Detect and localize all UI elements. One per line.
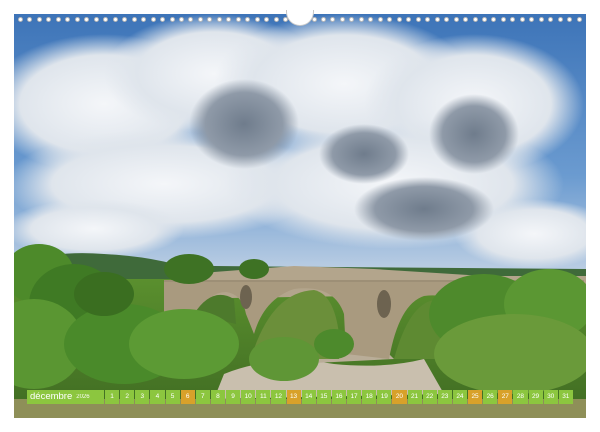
day-cell: 18 xyxy=(362,390,377,404)
day-cell: 30 xyxy=(543,390,558,404)
day-cell: 15 xyxy=(316,390,331,404)
day-cell: 25 xyxy=(468,390,483,404)
year-label: 2026 xyxy=(76,394,90,400)
month-name: décembre xyxy=(30,391,73,402)
day-cell: 13 xyxy=(286,390,301,404)
day-cell: 3 xyxy=(135,390,150,404)
day-cell: 27 xyxy=(498,390,513,404)
calendar-strip: décembre 2026 1 2 3 4 5 6 7 8 9 10 11 12 13 14 15 16 17 1… xyxy=(27,390,573,404)
day-cell: 5 xyxy=(165,390,180,404)
day-cell: 20 xyxy=(392,390,407,404)
clouds xyxy=(14,14,586,269)
day-cell: 21 xyxy=(407,390,422,404)
day-cell: 26 xyxy=(483,390,498,404)
day-cell: 8 xyxy=(210,390,225,404)
day-cell: 24 xyxy=(452,390,467,404)
day-cell: 10 xyxy=(241,390,256,404)
landscape-photo xyxy=(14,14,586,418)
day-cell: 2 xyxy=(120,390,135,404)
day-cell: 31 xyxy=(558,390,573,404)
day-cell: 23 xyxy=(437,390,452,404)
bridge-landscape-illustration xyxy=(14,14,586,418)
day-cell: 12 xyxy=(271,390,286,404)
day-cell: 29 xyxy=(528,390,543,404)
month-label: décembre 2026 xyxy=(27,390,104,404)
day-cell: 22 xyxy=(422,390,437,404)
day-cell: 28 xyxy=(513,390,528,404)
day-cell: 7 xyxy=(195,390,210,404)
day-cell: 4 xyxy=(150,390,165,404)
day-cell: 14 xyxy=(301,390,316,404)
day-cell: 19 xyxy=(377,390,392,404)
day-cell: 6 xyxy=(180,390,195,404)
calendar-page: décembre 2026 1 2 3 4 5 6 7 8 9 10 11 12 13 14 15 16 17 1… xyxy=(0,0,600,432)
day-cell: 9 xyxy=(226,390,241,404)
day-cells: 1 2 3 4 5 6 7 8 9 10 11 12 13 14 15 16 17 18 19 20 21 22 23 24 2… xyxy=(105,390,573,404)
day-cell: 11 xyxy=(256,390,271,404)
day-cell: 16 xyxy=(331,390,346,404)
day-cell: 1 xyxy=(105,390,120,404)
day-cell: 17 xyxy=(347,390,362,404)
